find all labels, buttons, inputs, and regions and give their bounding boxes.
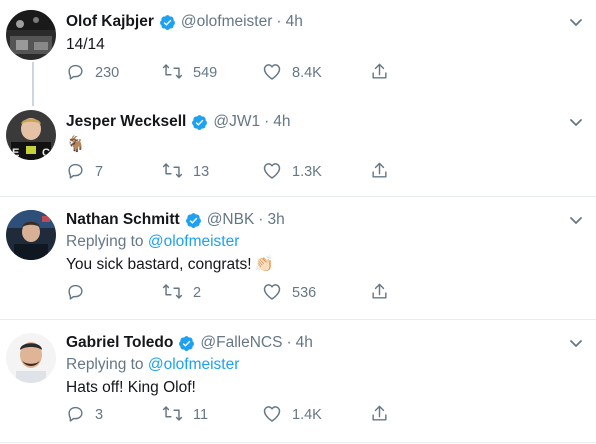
heart-icon [262,161,282,184]
reply-button[interactable]: 230 [66,62,162,85]
replying-to: Replying to @olofmeister [66,355,556,375]
user-handle[interactable]: @NBK [207,211,255,229]
verified-badge-icon [191,114,208,131]
retweet-button[interactable]: 13 [162,161,262,184]
retweet-icon [162,62,183,85]
chevron-down-icon[interactable] [568,114,584,130]
tweet-jw1[interactable]: E C Jesper Wecksell @JW1 · 4h 🐐 7 13 1.3… [0,100,596,197]
reply-icon [66,404,85,427]
timestamp[interactable]: 3h [267,211,284,229]
share-icon [370,282,389,305]
share-icon [370,404,389,427]
like-button[interactable]: 1.4K [262,404,370,427]
share-button[interactable] [370,282,389,305]
retweet-count: 549 [193,65,218,81]
verified-badge-icon [185,212,202,229]
reply-button[interactable]: 3 [66,404,162,427]
svg-text:C: C [42,147,50,159]
like-count: 536 [292,285,317,301]
tweet-nbk[interactable]: Nathan Schmitt @NBK · 3h Replying to @ol… [0,197,596,319]
heart-icon [262,62,282,85]
tweet-fallencs[interactable]: Gabriel Toledo @FalleNCS · 4h Replying t… [0,320,596,442]
avatar[interactable]: E C [6,110,56,160]
retweet-icon [162,404,183,427]
display-name[interactable]: Jesper Wecksell [66,113,186,131]
user-handle[interactable]: @JW1 [213,113,260,131]
chevron-down-icon[interactable] [568,335,584,351]
tweet-olofmeister[interactable]: Olof Kajbjer @olofmeister · 4h 14/14 230… [0,0,596,100]
retweet-icon [162,161,183,184]
user-handle[interactable]: @FalleNCS [200,334,282,352]
chevron-down-icon[interactable] [568,212,584,228]
like-button[interactable]: 1.3K [262,161,370,184]
reply-icon [66,282,85,305]
heart-icon [262,282,282,305]
share-icon [370,161,389,184]
display-name[interactable]: Gabriel Toledo [66,334,173,352]
like-count: 8.4K [292,65,322,81]
reply-count: 230 [95,65,120,81]
tweet-text-body: You sick bastard, congrats! [66,256,252,274]
reply-button[interactable] [66,282,162,305]
like-count: 1.3K [292,164,322,180]
separator-dot: · [276,13,282,30]
verified-badge-icon [178,335,195,352]
display-name[interactable]: Nathan Schmitt [66,211,180,229]
heart-icon [262,404,282,427]
timestamp[interactable]: 4h [286,13,303,31]
tweet-text: 14/14 [66,36,105,53]
reply-count: 3 [95,407,104,423]
avatar[interactable] [6,210,56,260]
tweet-text: You sick bastard, congrats! 👏🏻 [66,254,556,276]
retweet-count: 13 [193,164,210,180]
retweet-button[interactable]: 2 [162,282,262,305]
share-button[interactable] [370,161,389,184]
retweet-button[interactable]: 549 [162,62,262,85]
clapping-hands-emoji: 👏🏻 [254,256,274,273]
retweet-count: 2 [193,285,202,301]
separator-dot: · [286,334,292,351]
replying-to: Replying to @olofmeister [66,232,556,252]
divider [0,442,596,443]
reply-icon [66,161,85,184]
reply-button[interactable]: 7 [66,161,162,184]
tweet-text: Hats off! King Olof! [66,379,196,396]
retweet-count: 11 [193,407,209,423]
reply-icon [66,62,85,85]
verified-badge-icon [159,14,176,31]
chevron-down-icon[interactable] [568,14,584,30]
share-button[interactable] [370,404,389,427]
separator-dot: · [264,113,270,130]
replying-to-link[interactable]: @olofmeister [148,356,240,373]
svg-text:E: E [12,147,19,159]
avatar[interactable] [6,333,56,383]
reply-count: 7 [95,164,104,180]
tweet-text: 🐐 [66,136,86,153]
share-icon [370,62,389,85]
separator-dot: · [258,211,264,228]
replying-to-label: Replying to [66,356,144,373]
retweet-icon [162,282,183,305]
avatar[interactable] [6,10,56,60]
retweet-button[interactable]: 11 [162,404,262,427]
like-button[interactable]: 8.4K [262,62,370,85]
share-button[interactable] [370,62,389,85]
timestamp[interactable]: 4h [273,113,290,131]
like-count: 1.4K [292,407,322,423]
display-name[interactable]: Olof Kajbjer [66,13,154,31]
timestamp[interactable]: 4h [296,334,313,352]
user-handle[interactable]: @olofmeister [181,13,273,31]
like-button[interactable]: 536 [262,282,370,305]
replying-to-label: Replying to [66,233,144,250]
replying-to-link[interactable]: @olofmeister [148,233,240,250]
